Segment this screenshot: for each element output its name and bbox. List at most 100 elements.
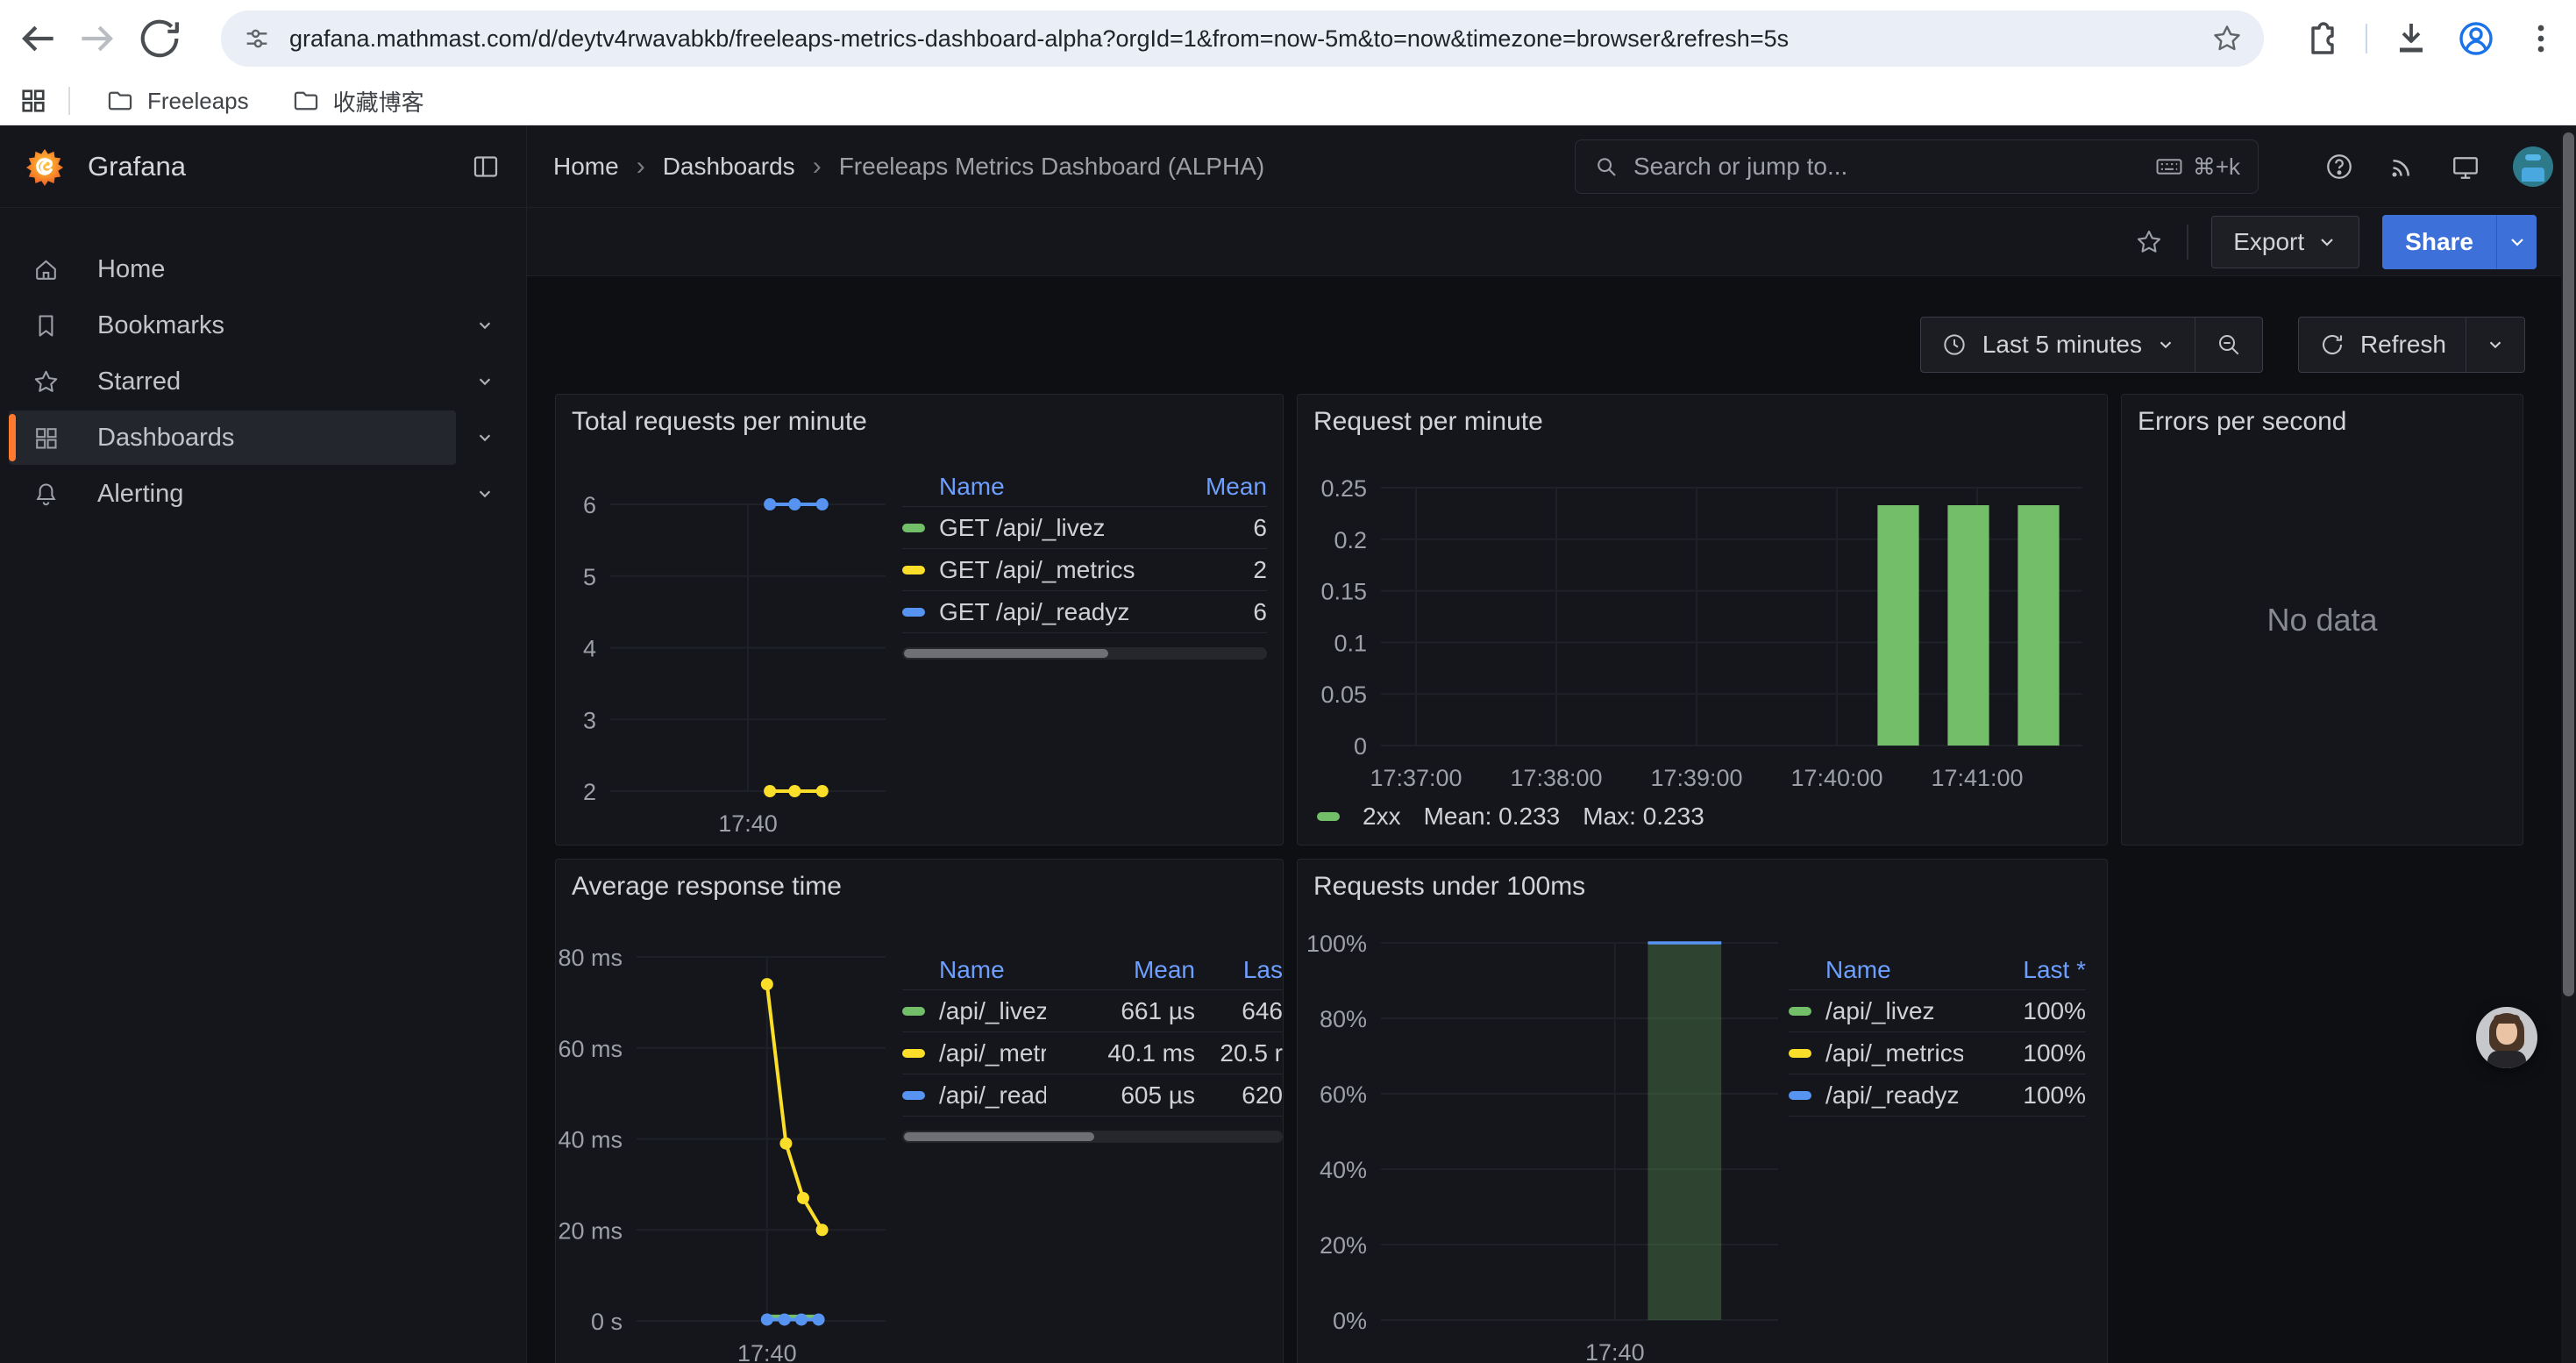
breadcrumb-dashboards[interactable]: Dashboards [663,153,795,181]
downloads-icon[interactable] [2390,18,2432,60]
sidebar-item-label: Dashboards [97,424,234,453]
zoom-out-button[interactable] [2195,318,2262,372]
panel-errors-per-second: Errors per second No data [2121,394,2523,846]
bookmark-folder-freeleaps[interactable]: Freeleaps [89,81,265,121]
share-menu-chevron-icon[interactable] [2496,215,2537,269]
dashboard-toolbar: Export Share [527,208,2576,276]
favorite-star-icon[interactable] [2134,227,2164,257]
legend-row[interactable]: /api/_livez100% [1789,990,2086,1032]
browser-chrome: grafana.mathmast.com/d/deytv4rwavabkb/fr… [0,0,2576,125]
search-input[interactable]: Search or jump to... ⌘+k [1575,139,2259,194]
url-text[interactable]: grafana.mathmast.com/d/deytv4rwavabkb/fr… [289,25,2194,53]
panel-title[interactable]: Errors per second [2138,407,2346,437]
legend-scrollbar[interactable] [902,647,1267,660]
profile-icon[interactable] [2455,18,2497,60]
panel-title[interactable]: Average response time [572,872,842,902]
sidebar-item-starred[interactable]: Starred [0,353,526,410]
legend-row[interactable]: 2xx Mean: 0.233 Max: 0.233 [1317,803,1704,831]
svg-text:20 ms: 20 ms [558,1217,623,1244]
svg-text:17:40:00: 17:40:00 [1790,765,1882,791]
sidebar-item-dashboards[interactable]: Dashboards [0,410,526,466]
bar-chart[interactable]: 0.250.20.150.10.05017:37:0017:38:0017:39… [1298,395,2108,846]
sidebar-item-alerting[interactable]: Alerting [0,466,526,522]
svg-text:0%: 0% [1333,1308,1367,1334]
scrollbar-thumb[interactable] [2563,132,2574,996]
time-range-label: Last 5 minutes [1982,331,2142,359]
export-button[interactable]: Export [2211,216,2359,268]
svg-text:60 ms: 60 ms [558,1036,623,1062]
forward-icon[interactable] [74,14,123,63]
legend-row[interactable]: /api/_livez661 µs646 [902,990,1283,1032]
legend-scrollbar[interactable] [902,1131,1283,1143]
search-icon [1593,153,1619,180]
legend-row[interactable]: GET /api/_metrics2 [902,549,1267,591]
chevron-down-icon [2486,335,2505,354]
sidebar-item-label: Home [97,255,165,284]
legend-row[interactable]: /api/_metrics100% [1789,1032,2086,1074]
clock-icon [1940,331,1968,359]
grafana-logo-icon[interactable] [25,146,65,187]
chevron-down-icon[interactable] [473,426,496,449]
bookmark-star-icon[interactable] [2211,23,2243,54]
chevron-down-icon[interactable] [473,314,496,337]
back-icon[interactable] [12,14,61,63]
sidebar-item-label: Alerting [97,480,183,509]
site-info-icon[interactable] [242,24,272,54]
legend-column-header[interactable]: Mean [1046,956,1195,984]
news-rss-icon[interactable] [2387,151,2418,182]
zoom-out-icon [2215,331,2243,359]
timeseries-chart[interactable]: 80 ms60 ms40 ms20 ms0 s17:40 [556,860,898,1363]
breadcrumb-home[interactable]: Home [553,153,619,181]
apps-grid-icon[interactable] [18,85,49,117]
legend-column-header[interactable]: Las [1195,956,1283,984]
timeseries-chart[interactable]: 6543217:40 [556,395,898,846]
collapse-sidebar-icon[interactable] [470,151,502,182]
legend-column-header[interactable]: Name [902,473,1162,501]
legend-row[interactable]: GET /api/_readyz6 [902,591,1267,633]
legend-row[interactable]: /api/_metrics40.1 ms20.5 r [902,1032,1283,1074]
screen-share-icon[interactable] [2450,151,2481,182]
panel-title[interactable]: Total requests per minute [572,407,867,437]
share-button[interactable]: Share [2382,215,2496,269]
series-color-pill [902,566,925,574]
sidebar-item-home[interactable]: Home [0,241,526,297]
panel-total-requests-per-minute: Total requests per minute 6543217:40 Nam… [555,394,1284,846]
legend-column-header[interactable]: Name [902,956,1046,984]
panel-title[interactable]: Requests under 100ms [1313,872,1585,902]
legend-table: NameLast * /api/_livez100%/api/_metrics10… [1789,950,2086,1117]
time-controls: Last 5 minutes Refresh [1920,317,2525,373]
address-bar[interactable]: grafana.mathmast.com/d/deytv4rwavabkb/fr… [221,11,2264,67]
legend-column-header[interactable]: Mean [1162,473,1267,501]
help-icon[interactable] [2323,151,2355,182]
svg-text:6: 6 [583,492,596,518]
browser-menu-icon[interactable] [2520,18,2562,60]
reload-icon[interactable] [135,14,184,63]
svg-text:0.05: 0.05 [1320,682,1367,708]
legend-column-header[interactable]: Last * [1963,956,2086,984]
svg-text:0.1: 0.1 [1334,630,1367,656]
refresh-icon [2318,331,2346,359]
legend-column-header[interactable]: Name [1789,956,1963,984]
assistant-avatar[interactable] [2476,1007,2537,1068]
legend-row[interactable]: GET /api/_livez6 [902,507,1267,549]
chevron-down-icon[interactable] [473,482,496,505]
refresh-button[interactable]: Refresh [2299,318,2466,372]
sidebar-item-bookmarks[interactable]: Bookmarks [0,297,526,353]
extensions-icon[interactable] [2301,18,2343,60]
legend-row[interactable]: /api/_readyz605 µs620 [902,1074,1283,1117]
svg-text:5: 5 [583,564,596,590]
user-avatar[interactable] [2513,146,2553,187]
area-chart[interactable]: 100%80%60%40%20%0%17:40 [1298,860,1789,1363]
panel-title[interactable]: Request per minute [1313,407,1543,437]
chevron-down-icon[interactable] [473,370,496,393]
svg-text:17:40: 17:40 [718,810,778,837]
brand-name[interactable]: Grafana [88,151,186,182]
svg-text:17:39:00: 17:39:00 [1650,765,1742,791]
time-range-picker[interactable]: Last 5 minutes [1921,318,2195,372]
bookmark-folder-blogs[interactable]: 收藏博客 [275,80,440,123]
refresh-interval-chevron[interactable] [2466,318,2524,372]
svg-text:17:38:00: 17:38:00 [1510,765,1602,791]
bookmarks-divider [68,87,70,115]
page-scrollbar[interactable] [2561,125,2576,1363]
legend-row[interactable]: /api/_readyz100% [1789,1074,2086,1117]
